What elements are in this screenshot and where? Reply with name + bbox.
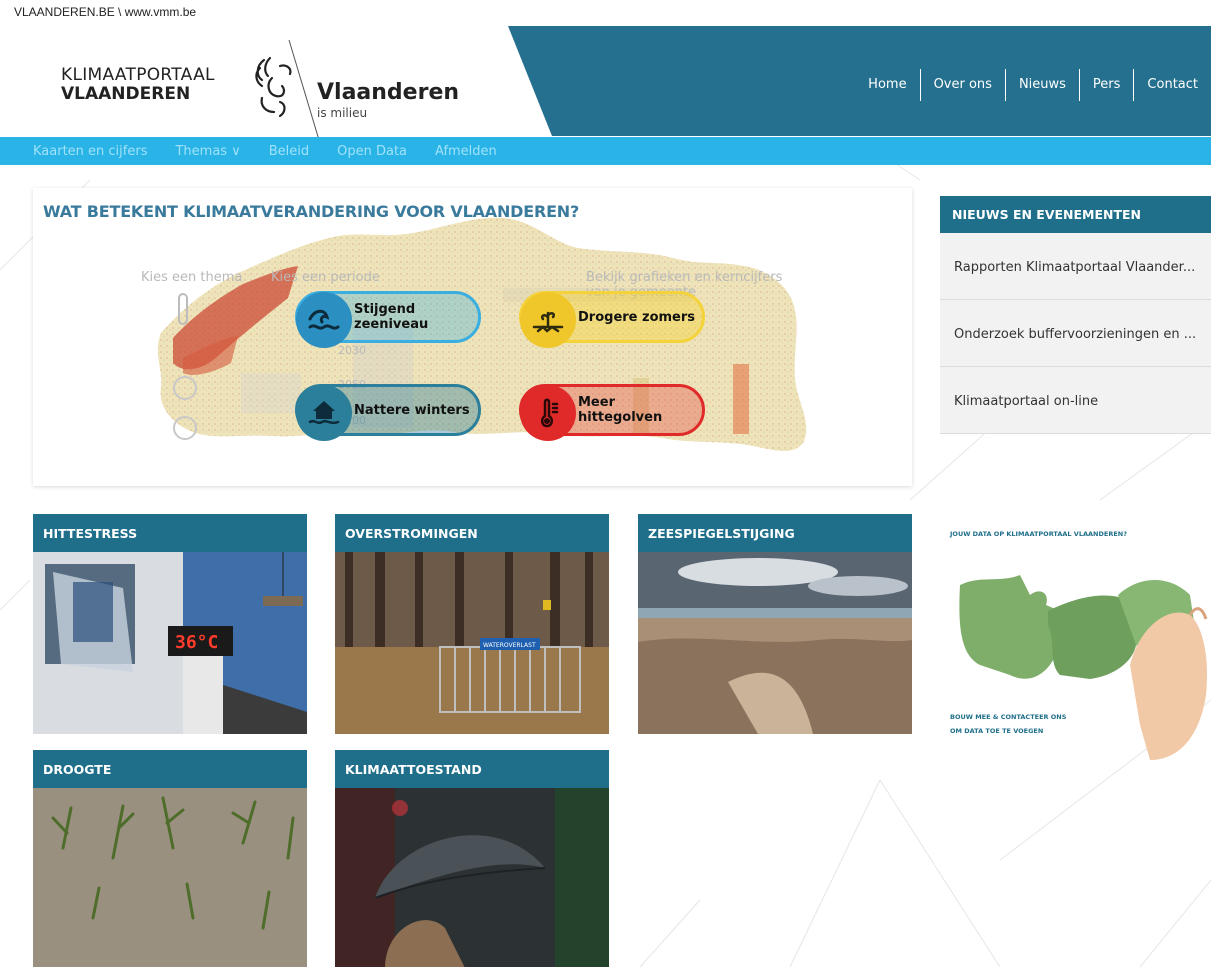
ghost-label-graphs: Bekijk grafieken en kerncijfers — [586, 270, 783, 285]
flood-photo: WATEROVERLAST — [335, 552, 609, 734]
subnav-themas[interactable]: Themas ∨ — [175, 144, 240, 159]
theme-button-wet-winters[interactable]: Nattere winters — [295, 384, 481, 441]
tile-overstromingen[interactable]: OVERSTROMINGEN WATEROVERLAST — [335, 514, 609, 734]
tile-zeespiegelstijging[interactable]: ZEESPIEGELSTIJGING — [638, 514, 912, 734]
tile-title: KLIMAATTOESTAND — [335, 750, 609, 788]
subnav-beleid[interactable]: Beleid — [269, 144, 309, 159]
theme-button-sea-level[interactable]: Stijgend zeeniveau — [295, 291, 481, 348]
vlaanderen-tagline: is milieu — [317, 106, 368, 120]
tile-hittestress[interactable]: HITTESTRESS 36°C — [33, 514, 307, 734]
logo-divider — [288, 40, 320, 140]
ghost-label-period: Kies een periode — [271, 270, 380, 285]
tile-title: DROOGTE — [33, 750, 307, 788]
news-panel: NIEUWS EN EVENEMENTEN Rapporten Klimaatp… — [940, 196, 1211, 434]
theme-label: Nattere winters — [354, 402, 470, 418]
flood-sign-text: WATEROVERLAST — [483, 642, 536, 649]
map-title: WAT BETEKENT KLIMAATVERANDERING VOOR VLA… — [43, 202, 580, 221]
nav-pers[interactable]: Pers — [1078, 69, 1134, 101]
tile-title: ZEESPIEGELSTIJGING — [638, 514, 912, 552]
drought-photo — [33, 788, 307, 967]
climate-map-panel: WAT BETEKENT KLIMAATVERANDERING VOOR VLA… — [33, 188, 912, 486]
ghost-year-2030: 2030 — [338, 344, 366, 357]
theme-label: Drogere zomers — [578, 309, 696, 325]
theme-label: Meer hittegolven — [578, 395, 663, 425]
nav-home[interactable]: Home — [855, 69, 919, 101]
nav-nieuws[interactable]: Nieuws — [1004, 69, 1079, 101]
vlaanderen-name: Vlaanderen — [317, 80, 460, 105]
news-item[interactable]: Klimaatportaal on-line — [940, 367, 1211, 434]
news-item[interactable]: Rapporten Klimaatportaal Vlaander... — [940, 233, 1211, 300]
nav-contact[interactable]: Contact — [1133, 69, 1211, 101]
temperature-display: 36°C — [175, 632, 218, 653]
promo-cta-line2: OM DATA TOE TE VOEGEN — [950, 727, 1044, 735]
nav-over-ons[interactable]: Over ons — [919, 69, 1005, 101]
flanders-map[interactable] — [33, 188, 912, 486]
flood-house-icon — [296, 385, 352, 441]
waves-icon — [296, 292, 352, 348]
logo-line1: KLIMAATPORTAAL — [61, 65, 215, 85]
subnav-afmelden[interactable]: Afmelden — [435, 144, 497, 159]
theme-button-heatwaves[interactable]: Meer hittegolven — [519, 384, 705, 441]
theme-label: Stijgend zeeniveau — [354, 302, 429, 332]
news-item[interactable]: Onderzoek buffervoorzieningen en ... — [940, 300, 1211, 367]
site-header: KLIMAATPORTAAL VLAANDEREN Vlaanderen is … — [0, 26, 1211, 140]
top-navigation: Home Over ons Nieuws Pers Contact — [855, 69, 1211, 101]
umbrella-photo — [335, 788, 609, 967]
drought-icon — [520, 292, 576, 348]
subnav-kaarten[interactable]: Kaarten en cijfers — [33, 144, 147, 159]
logo-line2: VLAANDEREN — [61, 84, 191, 104]
vlaanderen-logo[interactable]: Vlaanderen is milieu — [317, 80, 460, 123]
tile-title: OVERSTROMINGEN — [335, 514, 609, 552]
subnav-open-data[interactable]: Open Data — [337, 144, 407, 159]
promo-heading: JOUW DATA OP KLIMAATPORTAAL VLAANDEREN? — [950, 530, 1127, 538]
theme-button-dry-summers[interactable]: Drogere zomers — [519, 291, 705, 348]
data-contribution-promo[interactable]: JOUW DATA OP KLIMAATPORTAAL VLAANDEREN? … — [940, 515, 1211, 765]
promo-cta-line1: BOUW MEE & CONTACTEER ONS — [950, 713, 1067, 721]
tile-title: HITTESTRESS — [33, 514, 307, 552]
top-breadcrumb-bar: VLAANDEREN.BE \ www.vmm.be — [0, 0, 1211, 26]
klimaatportaal-logo[interactable]: KLIMAATPORTAAL VLAANDEREN — [61, 66, 215, 104]
breadcrumb-links[interactable]: VLAANDEREN.BE \ www.vmm.be — [14, 5, 196, 19]
sea-photo — [638, 552, 912, 734]
ghost-label-theme: Kies een thema — [141, 270, 243, 285]
heat-photo: 36°C — [33, 552, 307, 734]
news-heading: NIEUWS EN EVENEMENTEN — [940, 196, 1211, 233]
sub-navigation: Kaarten en cijfers Themas ∨ Beleid Open … — [0, 137, 1211, 165]
thermometer-icon — [520, 385, 576, 441]
tile-klimaattoestand[interactable]: KLIMAATTOESTAND — [335, 750, 609, 967]
tile-droogte[interactable]: DROOGTE — [33, 750, 307, 967]
